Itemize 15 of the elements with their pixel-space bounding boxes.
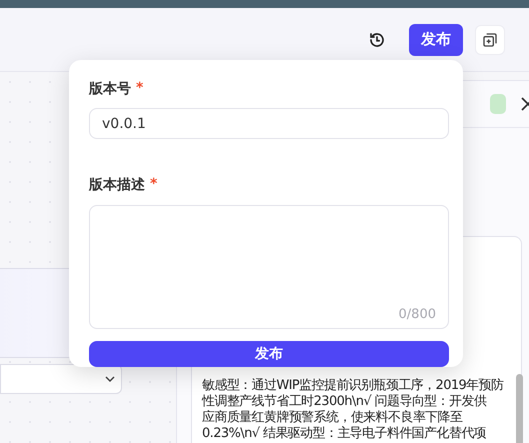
publish-button[interactable]: 发布 (409, 24, 463, 56)
chevron-down-icon (105, 376, 115, 382)
character-counter: 0/800 (398, 307, 436, 322)
description-text: 敏感型：通过WIP监控提前识别瓶颈工序，2019年预防 性调整产线节省工时2300h\n√ 问题导向型：开发供 应商质量红黄牌预警系统，使来料不良率下降至 0.23%\n√ 结果驱动型：主导电子料件国产化替代项 (202, 378, 504, 442)
scrollbar-thumb[interactable] (516, 374, 524, 443)
submit-button[interactable]: 发布 (89, 341, 449, 367)
required-mark: * (136, 80, 144, 98)
required-mark: * (150, 176, 158, 194)
duplicate-button[interactable] (475, 24, 505, 54)
duplicate-icon (482, 32, 498, 48)
field-label: 版本描述 (89, 176, 145, 195)
status-tag (490, 94, 506, 114)
select-field[interactable] (0, 364, 122, 394)
field-label: 版本号 (89, 80, 131, 99)
version-input[interactable]: v0.0.1 (89, 108, 449, 139)
